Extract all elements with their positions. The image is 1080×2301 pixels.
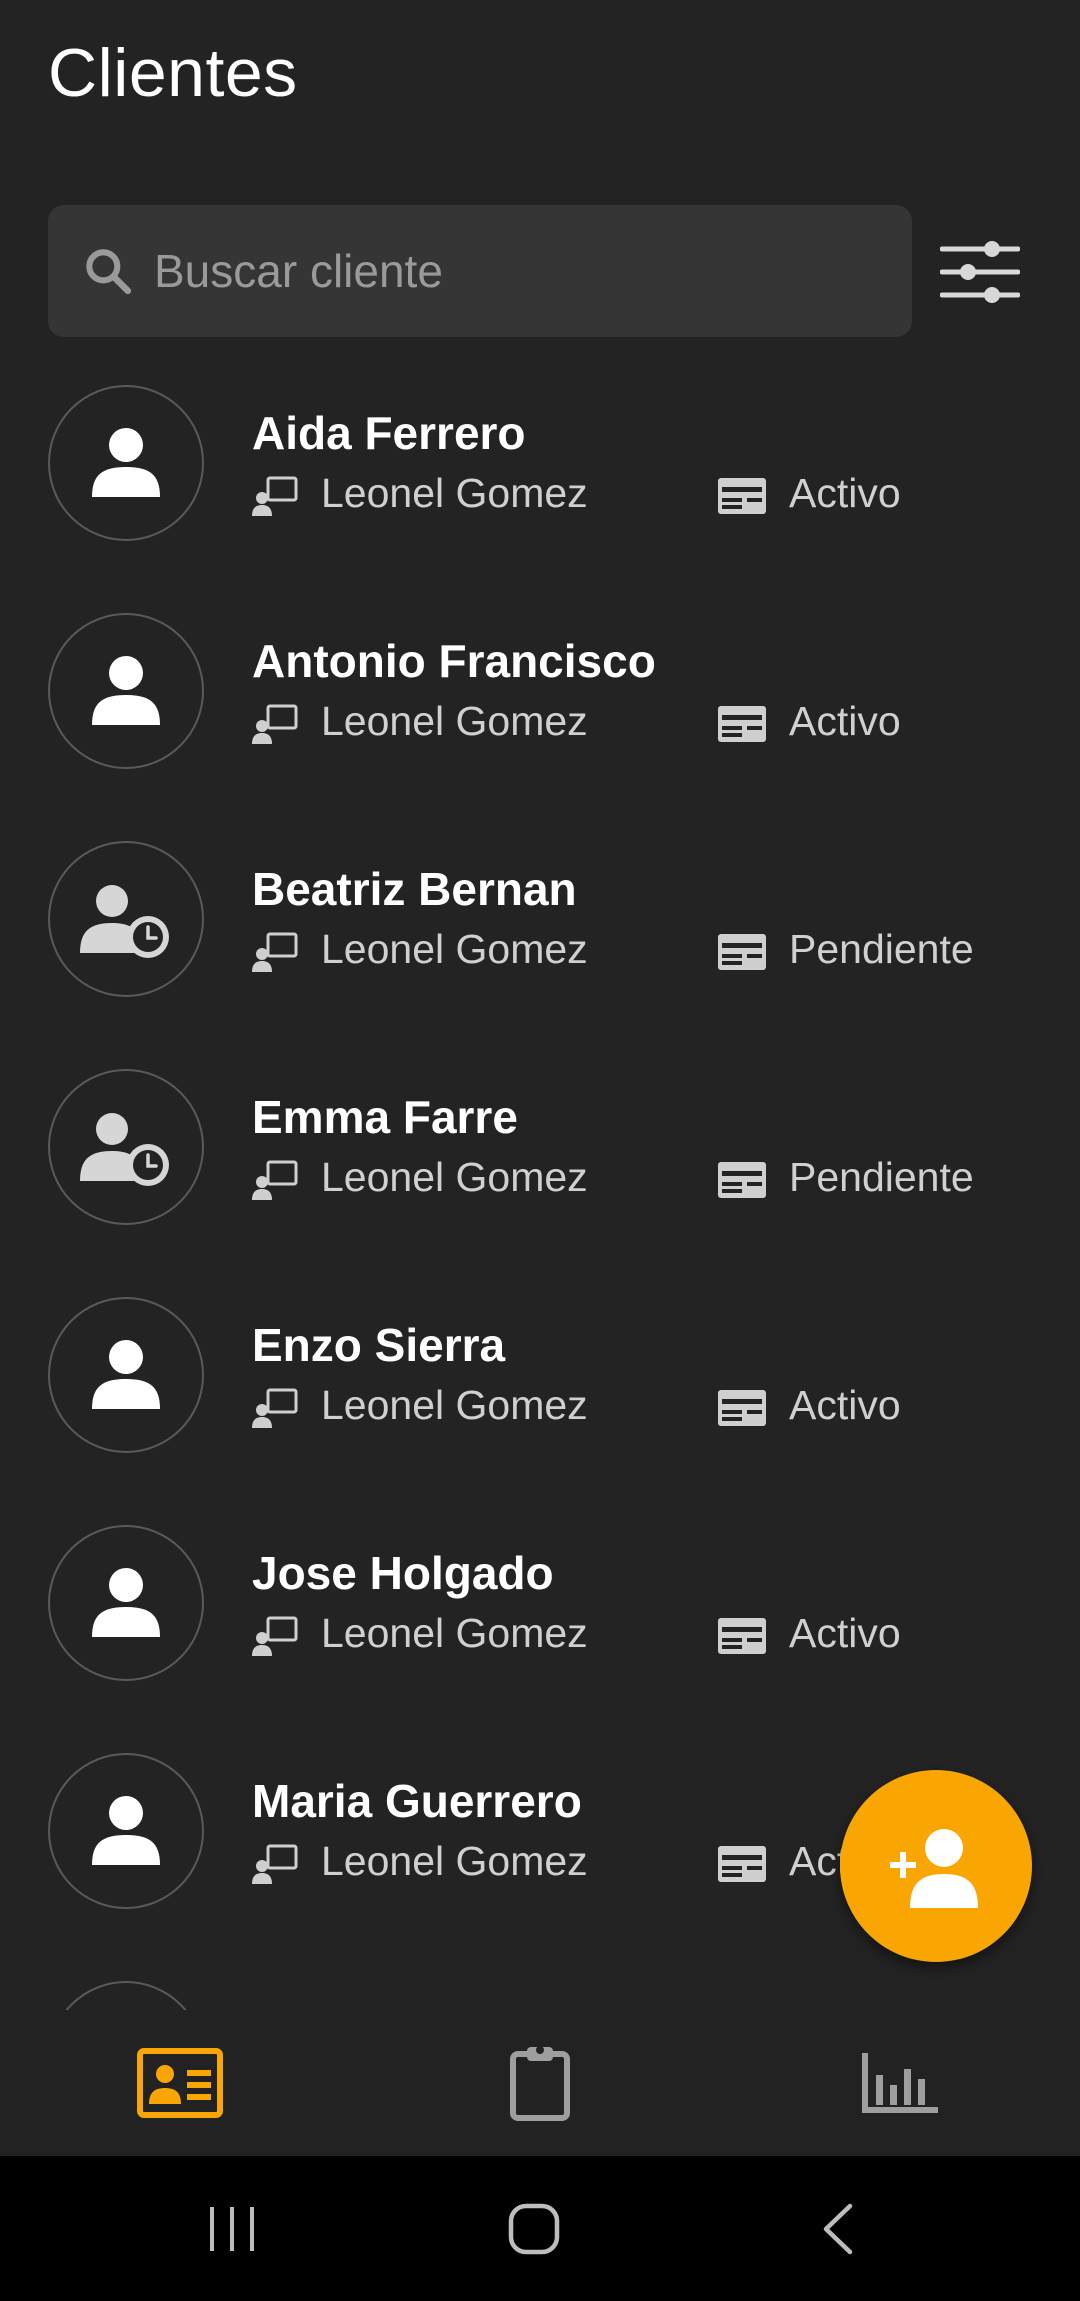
person-clock-icon [80,1113,169,1186]
agent-name: Leonel Gomez [321,1610,588,1656]
home-icon [508,2203,560,2254]
client-avatar [48,1297,204,1453]
add-person-icon [890,1829,978,1908]
person-clock-icon [80,885,169,958]
agent-icon [252,704,298,744]
client-avatar [48,1753,204,1909]
client-row[interactable]: Jose Holgado Leonel Gomez Activo [0,1520,1080,1748]
id-card-icon [718,706,766,742]
agent-name: Leonel Gomez [321,1838,588,1884]
status-text: Activo [789,470,901,516]
id-card-icon [718,478,766,514]
agent-icon [252,476,298,516]
agent-icon [252,1616,298,1656]
client-row[interactable]: Emma Farre Leonel Gomez Pendiente [0,1064,1080,1292]
agent-name: Leonel Gomez [321,1382,588,1428]
client-avatar [48,385,204,541]
client-name: Maria Guerrero [252,1775,582,1827]
client-avatar [48,841,204,997]
client-row[interactable] [0,1976,1080,2010]
status-text: Activo [789,1610,901,1656]
agent-name: Leonel Gomez [321,926,588,972]
agent-icon [252,932,298,972]
system-navigation-bar [0,2156,1080,2301]
agent-icon [252,1160,298,1200]
id-card-icon [718,934,766,970]
client-name: Aida Ferrero [252,407,526,459]
client-avatar [48,1525,204,1681]
id-card-icon [718,1390,766,1426]
agent-name: Leonel Gomez [321,698,588,744]
client-name: Enzo Sierra [252,1319,506,1371]
id-card-icon [718,1618,766,1654]
agent-name: Leonel Gomez [321,470,588,516]
status-text: Activo [789,698,901,744]
id-card-icon [718,1846,766,1882]
back-icon [823,2203,853,2254]
id-card-icon [718,1162,766,1198]
sliders-icon [940,241,1020,303]
client-list: Aida Ferrero Leonel Gomez Activo Antonio… [0,380,1080,2010]
client-row[interactable]: Antonio Francisco Leonel Gomez Activo [0,608,1080,836]
client-avatar [48,613,204,769]
nav-orders[interactable] [360,2010,720,2156]
bottom-navigation [0,2010,1080,2156]
client-row[interactable]: Beatriz Bernan Leonel Gomez Pendiente [0,836,1080,1064]
contact-card-icon [137,2048,223,2118]
home-button[interactable] [434,2156,634,2301]
nav-statistics[interactable] [720,2010,1080,2156]
search-input[interactable] [154,205,912,337]
bar-chart-icon [862,2053,938,2113]
person-icon [92,1568,160,1637]
client-avatar [48,1981,204,2010]
person-icon [92,1796,160,1865]
clipboard-icon [510,2046,570,2121]
client-row[interactable]: Enzo Sierra Leonel Gomez Activo [0,1292,1080,1520]
back-button[interactable] [738,2156,938,2301]
agent-icon [252,1388,298,1428]
filter-button[interactable] [930,222,1030,322]
agent-icon [252,1844,298,1884]
search-bar[interactable] [48,205,912,337]
client-name: Antonio Francisco [252,635,656,687]
page-title: Clientes [48,35,298,111]
client-name: Emma Farre [252,1091,518,1143]
recents-button[interactable] [132,2156,332,2301]
status-text: Activo [789,1382,901,1428]
agent-name: Leonel Gomez [321,1154,588,1200]
nav-clients[interactable] [0,2010,360,2156]
status-text: Pendiente [789,1154,974,1200]
person-icon [92,428,160,497]
status-text: Pendiente [789,926,974,972]
clients-screen: Clientes Aida Ferrero [0,0,1080,2301]
client-avatar [48,1069,204,1225]
client-name: Jose Holgado [252,1547,554,1599]
recents-icon [210,2206,254,2251]
client-name: Beatriz Bernan [252,863,577,915]
search-icon [86,249,132,295]
client-row[interactable]: Aida Ferrero Leonel Gomez Activo [0,380,1080,608]
add-client-button[interactable] [840,1770,1032,1962]
person-icon [92,1340,160,1409]
person-icon [92,656,160,725]
